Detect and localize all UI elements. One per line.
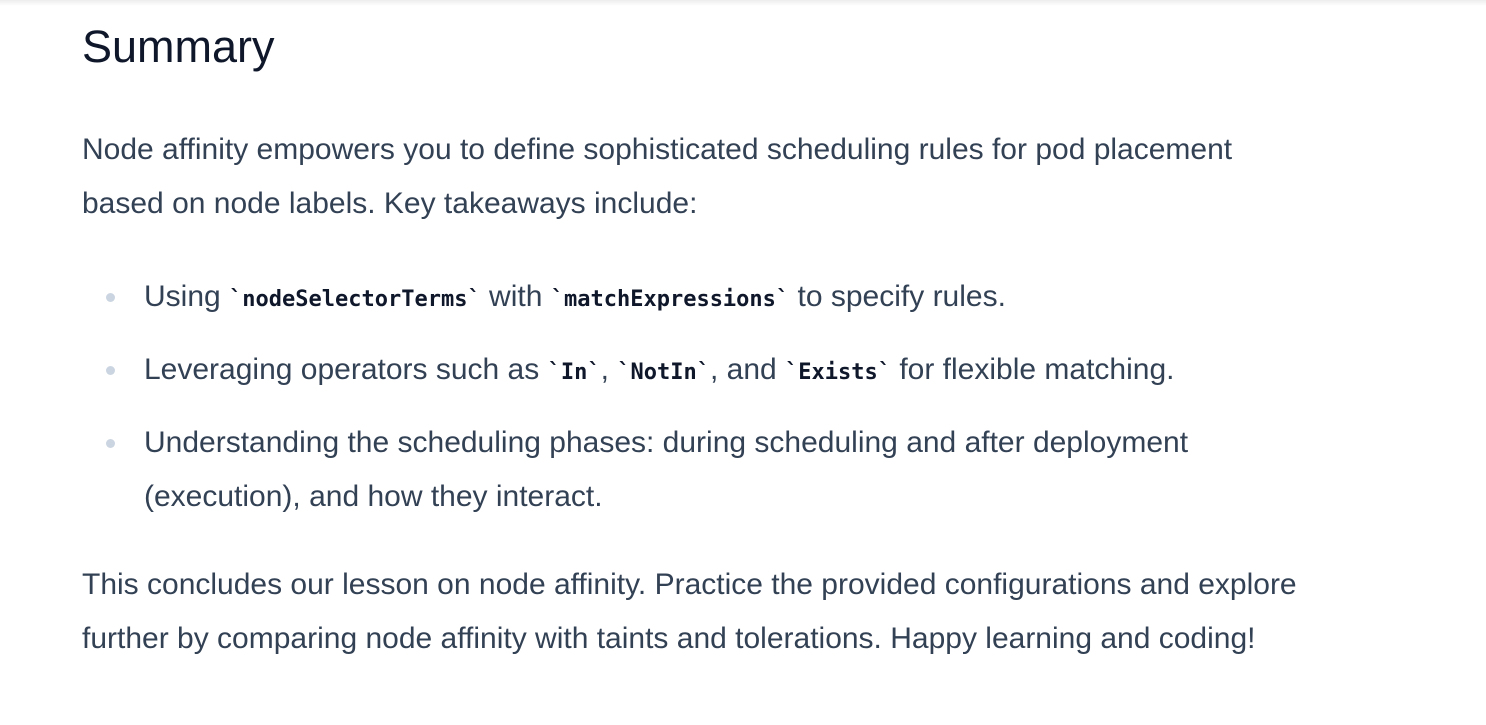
closing-paragraph: This concludes our lesson on node affini… xyxy=(82,568,1297,655)
top-shadow xyxy=(0,0,1486,6)
inline-code: `nodeSelectorTerms` xyxy=(229,287,481,312)
bullet-dot xyxy=(106,293,115,302)
item-text: with xyxy=(480,280,551,313)
list-item: Using `nodeSelectorTerms` with `matchExp… xyxy=(82,270,1342,327)
item-text: Using xyxy=(144,280,230,313)
item-text: , xyxy=(600,353,618,386)
inline-code: `Exists` xyxy=(785,360,891,385)
item-text: Leveraging operators such as xyxy=(144,353,548,386)
takeaways-list: Using `nodeSelectorTerms` with `matchExp… xyxy=(82,270,1342,540)
item-text: for flexible matching. xyxy=(891,353,1175,386)
item-text: to specify rules. xyxy=(789,280,1006,313)
item-text: Understanding the scheduling phases: dur… xyxy=(144,426,1189,513)
bullet-dot xyxy=(106,439,115,448)
inline-code: `In` xyxy=(547,360,601,385)
section-heading: Summary xyxy=(82,21,275,72)
bullet-dot xyxy=(106,366,115,375)
list-item: Leveraging operators such as `In`, `NotI… xyxy=(82,343,1342,400)
inline-code: `NotIn` xyxy=(617,360,710,385)
item-text: , and xyxy=(709,353,786,386)
list-item: Understanding the scheduling phases: dur… xyxy=(82,416,1342,524)
intro-paragraph: Node affinity empowers you to define sop… xyxy=(82,133,1233,220)
inline-code: `matchExpressions` xyxy=(550,287,790,312)
